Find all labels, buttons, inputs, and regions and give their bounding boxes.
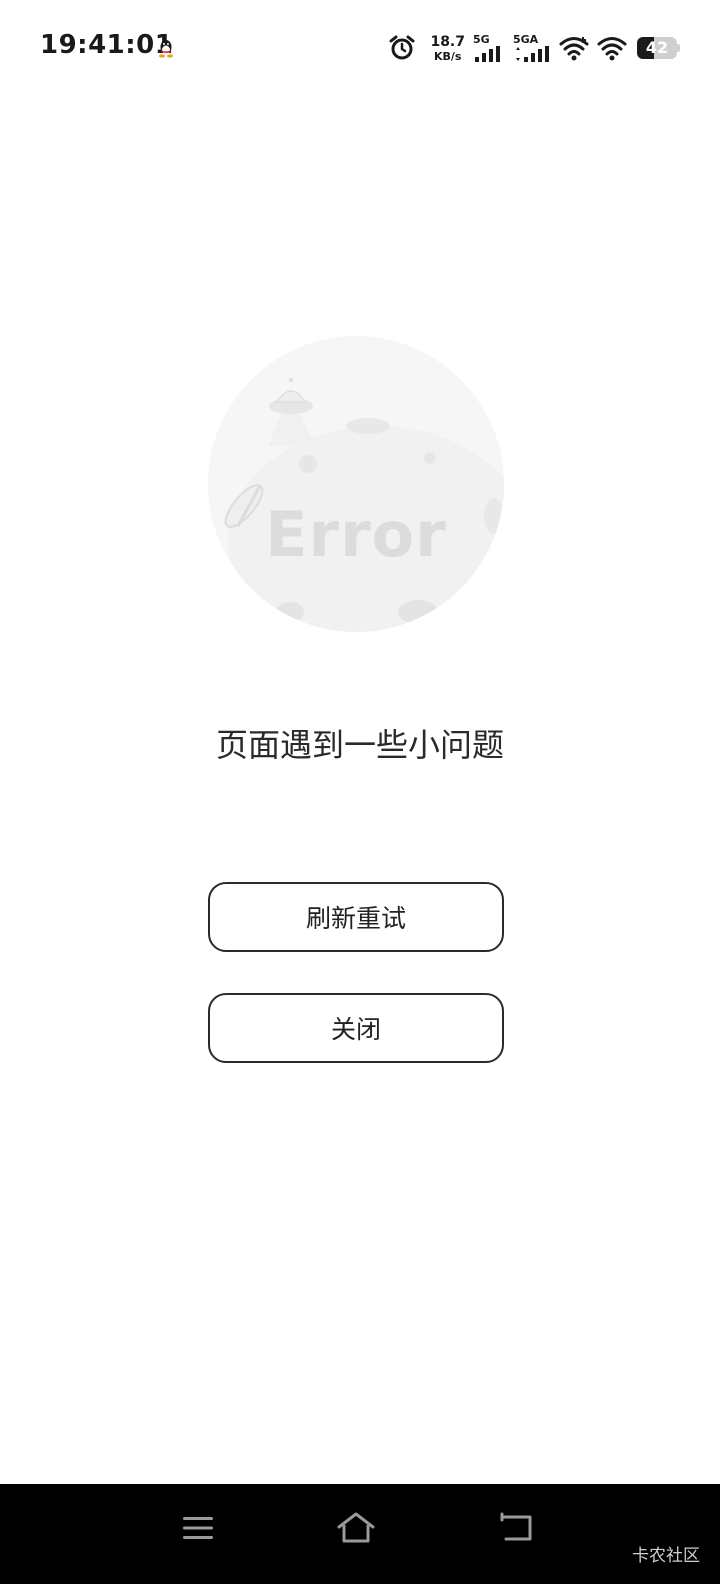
wifi-icon [559,37,589,61]
home-icon [337,1512,375,1543]
error-illustration: Error [208,336,504,632]
wifi-icon [597,37,627,61]
signal-5g: 5G [473,34,505,62]
navigation-bar: 卡农社区 [0,1484,720,1584]
qq-icon [159,40,173,58]
home-button[interactable] [334,1506,378,1550]
status-icons: 18.7 KB/s 5G 5GA 42 [388,30,680,66]
watermark: 卡农社区 [632,1546,700,1566]
planet-graphic [208,336,504,632]
signal-5ga-label: 5GA [513,33,539,46]
back-icon [500,1512,532,1541]
battery-cap [677,44,680,52]
battery-icon: 42 [635,37,680,59]
back-button[interactable] [494,1506,538,1550]
status-time: 19:41:01 [40,30,174,60]
signal-icon [475,46,500,62]
signal-5ga: 5GA [513,34,551,62]
battery-level: 42 [645,38,669,57]
error-message: 页面遇到一些小问题 [215,726,504,764]
retry-button[interactable]: 刷新重试 [208,882,504,952]
recent-apps-button[interactable] [176,1506,220,1550]
status-bar: 19:41:01 18.7 KB/s 5G 5GA 42 [0,0,720,96]
battery: 42 [637,37,677,59]
error-illustration-text: Error [265,498,447,571]
close-button[interactable]: 关闭 [208,993,504,1063]
network-speed: 18.7 KB/s [430,35,465,62]
menu-icon [183,1517,213,1539]
network-speed-unit: KB/s [433,49,462,63]
signal-icon [516,46,549,62]
network-speed-value: 18.7 [430,33,465,50]
alarm-icon [389,35,415,60]
signal-5g-label: 5G [473,33,490,46]
